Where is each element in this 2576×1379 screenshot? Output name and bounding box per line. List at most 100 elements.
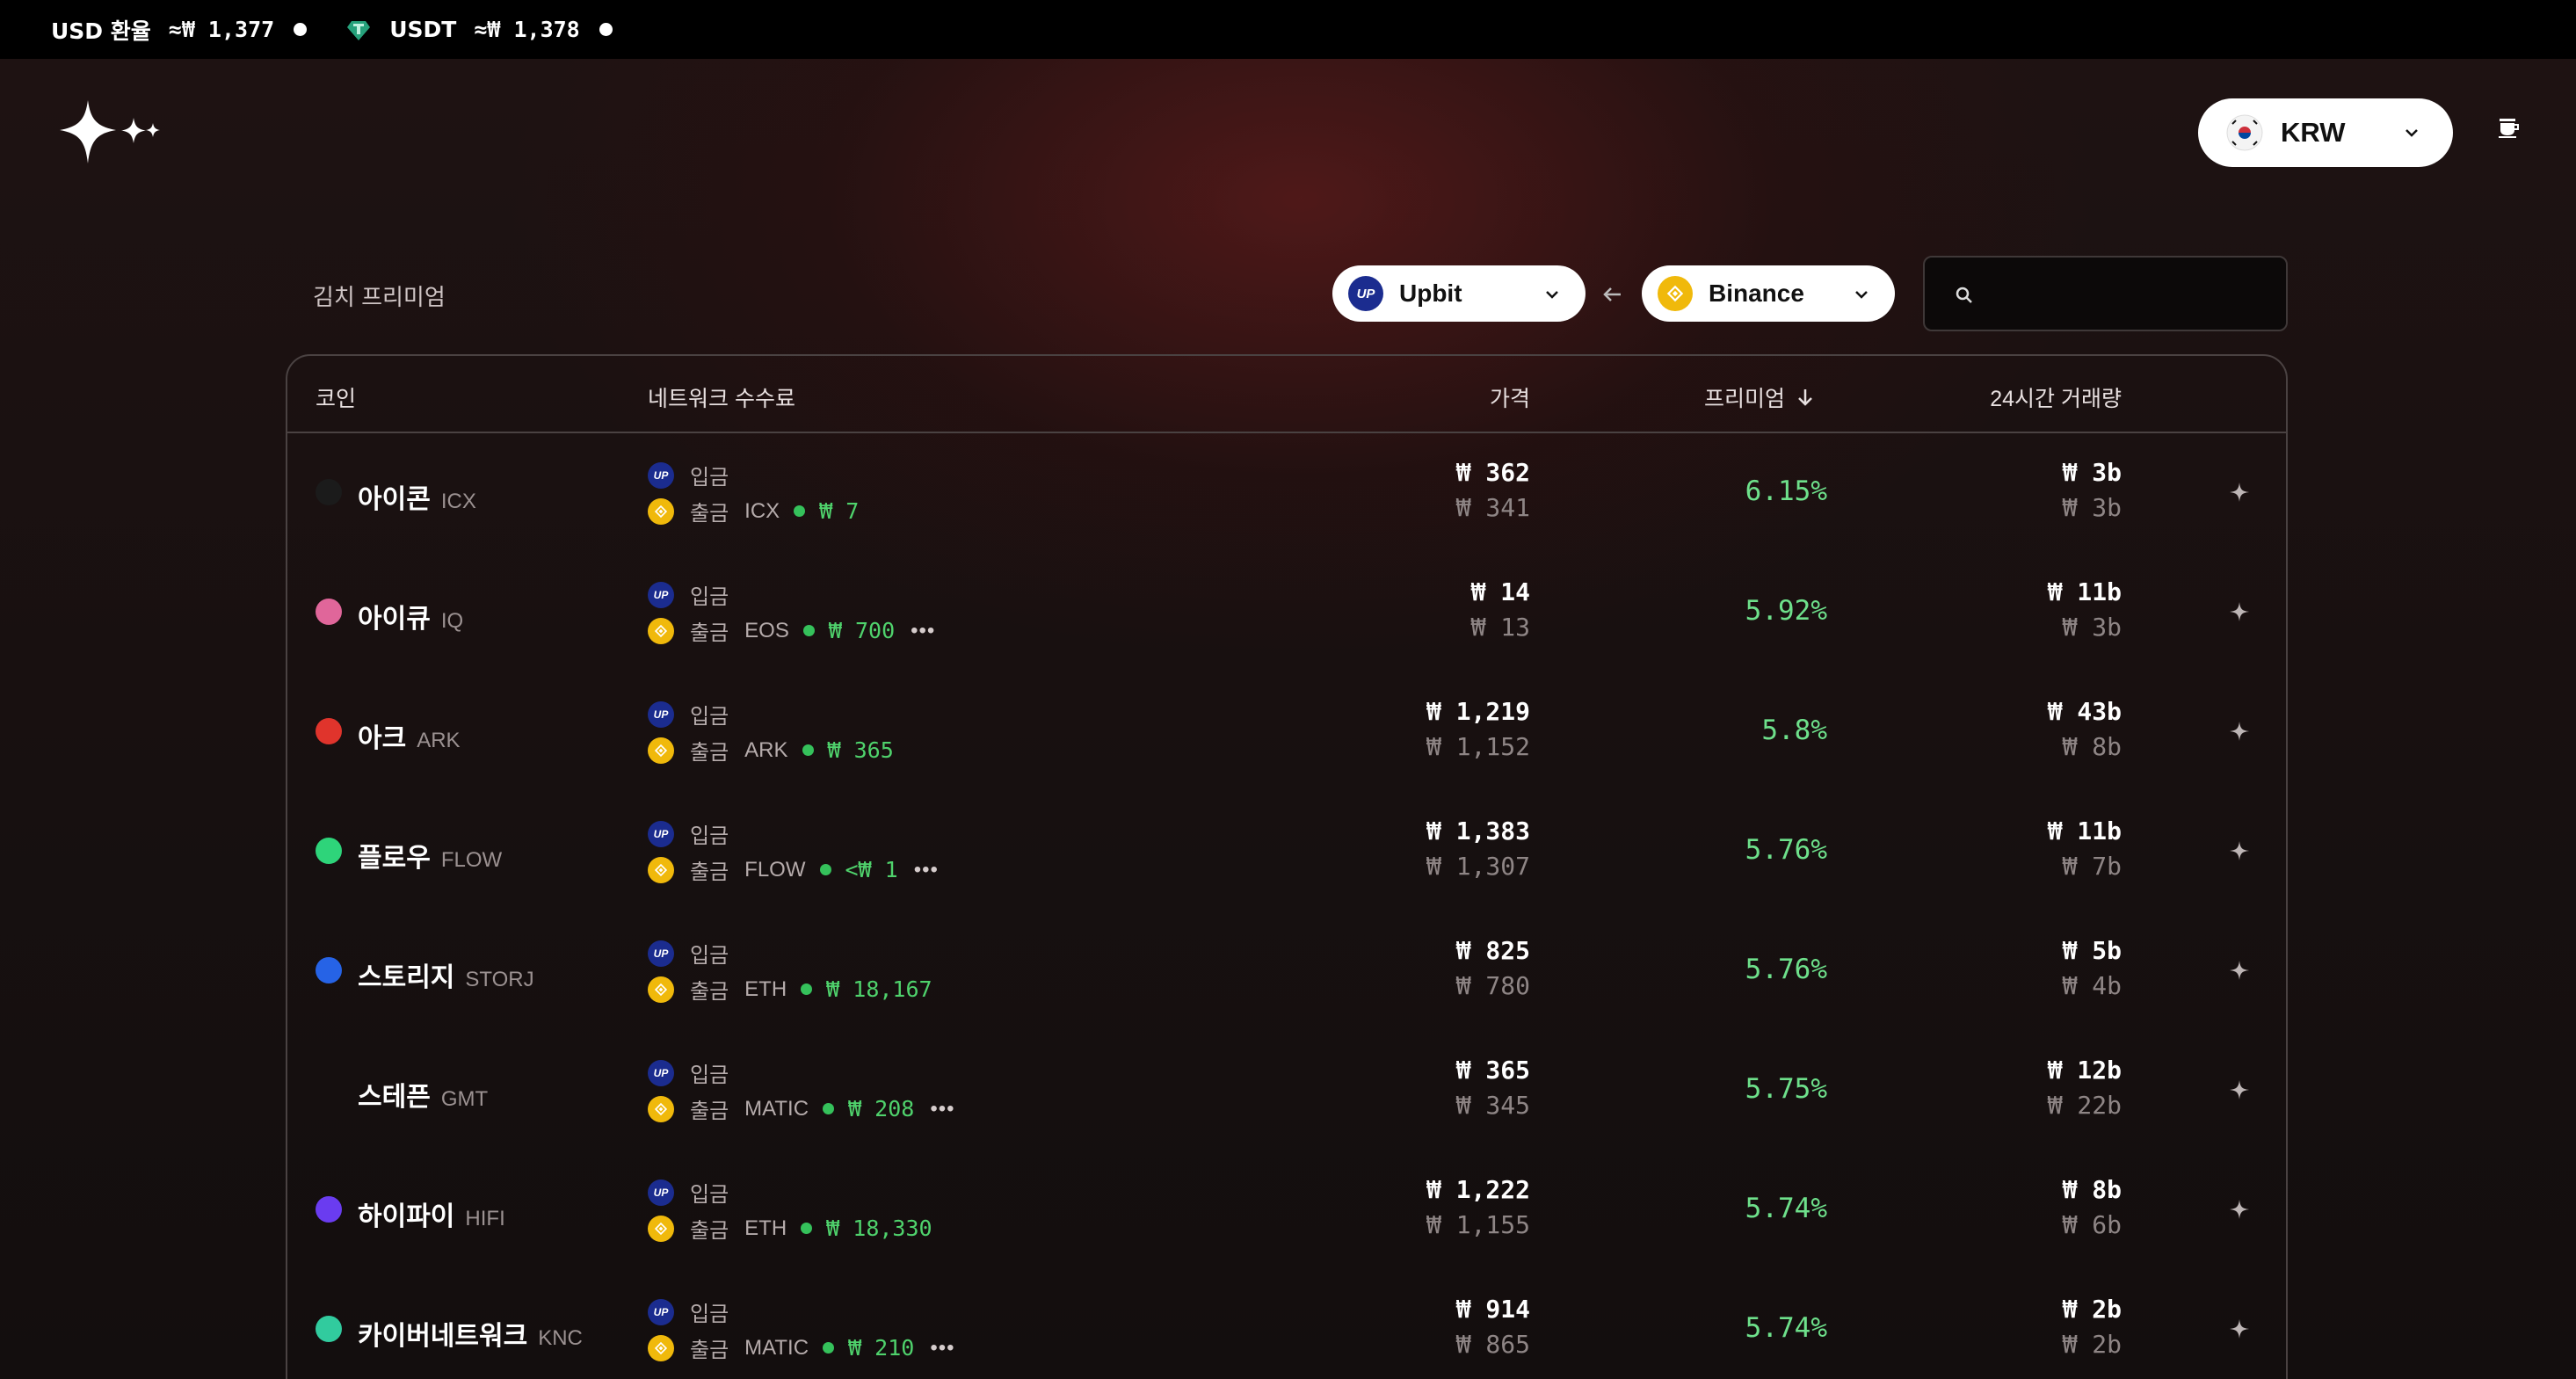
table-row[interactable]: 아이큐 IQ UP 입금 출금 EOS ₩ 700 ••• ₩ 14 ₩ 13 5.92% ₩ 11b… — [287, 553, 2286, 672]
favorite-star-icon[interactable] — [2228, 600, 2251, 623]
deposit-info: UP 입금 — [648, 1177, 729, 1208]
deposit-info: UP 입금 — [648, 699, 729, 729]
price-krw: ₩ 1,222 — [1426, 1175, 1530, 1204]
deposit-info: UP 입금 — [648, 818, 729, 849]
column-network-fee[interactable]: 네트워크 수수료 — [648, 381, 795, 413]
withdraw-label: 출금 — [690, 502, 729, 526]
favorite-star-icon[interactable] — [2228, 1078, 2251, 1101]
network-symbol: ARK — [744, 737, 788, 762]
coin-name: 하이파이 HIFI — [358, 1194, 505, 1233]
column-coin[interactable]: 코인 — [316, 381, 356, 413]
upbit-icon: UP — [648, 940, 674, 967]
usd-rate-label: USD 환율 — [51, 18, 151, 44]
table-row[interactable]: 하이파이 HIFI UP 입금 출금 ETH ₩ 18,330 ₩ 1,222 ₩ 1,155 5… — [287, 1150, 2286, 1270]
favorite-star-icon[interactable] — [2228, 481, 2251, 504]
coin-icon — [316, 957, 342, 983]
premium-value: 5.74% — [1745, 1312, 1827, 1344]
network-symbol: MATIC — [744, 1335, 809, 1360]
usd-rate: USD 환율 ≈₩ 1,377 — [51, 14, 308, 46]
favorite-star-icon[interactable] — [2228, 839, 2251, 862]
binance-icon — [648, 1215, 674, 1242]
withdraw-info: 출금 ICX ₩ 7 — [648, 496, 859, 526]
coffee-cup-icon[interactable] — [2496, 114, 2522, 141]
volume-upbit: ₩ 8b — [2062, 1175, 2122, 1204]
deposit-label: 입금 — [690, 466, 729, 490]
more-networks-button[interactable]: ••• — [930, 1336, 954, 1361]
usdt-rate-label: USDT — [389, 17, 457, 42]
exchange-select-binance[interactable]: Binance — [1642, 265, 1895, 322]
network-fee: ₩ 18,330 — [826, 1216, 932, 1241]
binance-icon — [1658, 276, 1693, 311]
network-fee: ₩ 210 — [848, 1335, 915, 1361]
premium-value: 5.74% — [1745, 1193, 1827, 1224]
withdraw-label: 출금 — [690, 741, 729, 765]
deposit-label: 입금 — [690, 824, 729, 848]
favorite-star-icon[interactable] — [2228, 720, 2251, 743]
currency-label: KRW — [2281, 117, 2346, 148]
status-dot — [802, 744, 814, 756]
coin-symbol: GMT — [440, 1087, 489, 1111]
status-dot — [801, 1223, 813, 1234]
status-dot — [294, 23, 308, 36]
price-foreign: ₩ 1,152 — [1426, 732, 1530, 761]
favorite-star-icon[interactable] — [2228, 1317, 2251, 1340]
search-box[interactable] — [1923, 256, 2288, 331]
price-krw: ₩ 14 — [1470, 577, 1530, 606]
usdt-rate-value: ≈₩ 1,378 — [474, 17, 580, 42]
status-dot — [819, 864, 831, 875]
coin-name: 플로우 FLOW — [358, 836, 502, 875]
binance-icon — [648, 856, 674, 883]
coin-name: 아이콘 ICX — [358, 477, 476, 516]
sort-desc-icon — [1798, 389, 1812, 406]
column-premium[interactable]: 프리미엄 — [1704, 381, 1817, 413]
favorite-star-icon[interactable] — [2228, 1198, 2251, 1221]
column-premium-label: 프리미엄 — [1703, 387, 1785, 411]
premium-value: 5.92% — [1745, 595, 1827, 627]
status-dot — [823, 1342, 835, 1354]
volume-binance: ₩ 3b — [2062, 613, 2122, 642]
table-row[interactable]: 플로우 FLOW UP 입금 출금 FLOW <₩ 1 ••• ₩ 1,383 ₩ 1,307 5.… — [287, 792, 2286, 911]
upbit-icon: UP — [648, 581, 674, 608]
column-price[interactable]: 가격 — [1490, 381, 1530, 413]
coin-symbol: IQ — [440, 609, 464, 633]
coin-icon — [316, 599, 342, 625]
status-dot — [801, 983, 813, 995]
exchange-select-upbit[interactable]: UP Upbit — [1332, 265, 1586, 322]
coin-symbol: KNC — [538, 1326, 583, 1350]
volume-binance: ₩ 3b — [2062, 493, 2122, 522]
withdraw-label: 출금 — [690, 1219, 729, 1243]
currency-select[interactable]: KRW — [2198, 98, 2453, 167]
table-row[interactable]: 스테픈 GMT UP 입금 출금 MATIC ₩ 208 ••• ₩ 365 ₩ 345 5.75%… — [287, 1031, 2286, 1150]
table-row[interactable]: 아크 ARK UP 입금 출금 ARK ₩ 365 ₩ 1,219 ₩ 1,152 5.8% ₩ 4… — [287, 672, 2286, 792]
deposit-info: UP 입금 — [648, 938, 729, 969]
sparkles-icon[interactable] — [58, 100, 163, 163]
more-networks-button[interactable]: ••• — [930, 1097, 954, 1121]
premium-value: 5.8% — [1761, 715, 1827, 746]
korea-flag-icon — [2226, 114, 2263, 151]
withdraw-label: 출금 — [690, 860, 729, 884]
coin-name-label: 하이파이 — [358, 1202, 455, 1231]
network-fee: ₩ 7 — [819, 498, 860, 524]
withdraw-label: 출금 — [690, 980, 729, 1004]
network-symbol: ETH — [744, 1216, 787, 1240]
upbit-icon: UP — [648, 1298, 674, 1325]
more-networks-button[interactable]: ••• — [911, 619, 935, 643]
volume-upbit: ₩ 2b — [2062, 1295, 2122, 1324]
favorite-star-icon[interactable] — [2228, 959, 2251, 982]
column-volume[interactable]: 24시간 거래량 — [1990, 381, 2122, 413]
search-input[interactable] — [1990, 273, 2271, 317]
exchange-rate-ticker: USD 환율 ≈₩ 1,377 USDT ≈₩ 1,378 — [0, 0, 2576, 59]
deposit-label: 입금 — [690, 585, 729, 609]
coin-icon — [316, 838, 342, 864]
coin-name: 스테픈 GMT — [358, 1075, 488, 1114]
tether-icon — [347, 20, 371, 40]
table-row[interactable]: 카이버네트워크 KNC UP 입금 출금 MATIC ₩ 210 ••• ₩ 914 ₩ 865 5… — [287, 1270, 2286, 1379]
more-networks-button[interactable]: ••• — [914, 858, 939, 882]
network-symbol: ICX — [744, 498, 780, 523]
price-foreign: ₩ 341 — [1455, 493, 1530, 522]
network-fee: ₩ 208 — [848, 1096, 915, 1121]
table-row[interactable]: 아이콘 ICX UP 입금 출금 ICX ₩ 7 ₩ 362 ₩ 341 6.15% ₩ 3b ₩ 3… — [287, 433, 2286, 553]
premium-table: 코인 네트워크 수수료 가격 프리미엄 24시간 거래량 아이콘 ICX UP 입금 출… — [286, 354, 2288, 1379]
table-row[interactable]: 스토리지 STORJ UP 입금 출금 ETH ₩ 18,167 ₩ 825 ₩ 780 5.76… — [287, 911, 2286, 1031]
coin-name-label: 아크 — [358, 724, 407, 753]
